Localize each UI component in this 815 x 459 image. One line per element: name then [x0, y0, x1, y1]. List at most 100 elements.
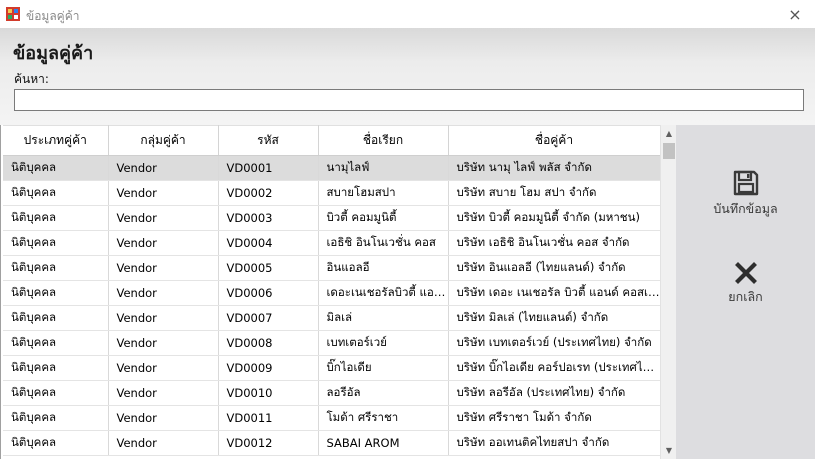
cell-code: VD0009 [218, 355, 319, 381]
table-row[interactable]: นิติบุคคล Vendor VD0004 เอธิชิ อินโนเวชั… [3, 230, 661, 256]
cell-group: Vendor [108, 155, 219, 181]
cell-group: Vendor [108, 405, 219, 431]
table-row[interactable]: นิติบุคคล Vendor VD0008 เบทเตอร์เวย์ บริ… [3, 330, 661, 356]
cell-code: VD0010 [218, 380, 319, 406]
partner-table: ประเภทคู่ค้า กลุ่มคู่ค้า รหัส ชื่อเรียก … [3, 125, 661, 456]
cell-short-name: บิวตี้ คอมมูนิตี้ [318, 205, 449, 231]
cell-type: นิติบุคคล [3, 155, 109, 181]
cell-type: นิติบุคคล [3, 180, 109, 206]
page-title: ข้อมูลคู่ค้า [13, 43, 94, 64]
cell-short-name: บิ๊กไอเดีย [318, 355, 449, 381]
table-row[interactable]: นิติบุคคล Vendor VD0010 ลอรีอัล บริษัท ล… [3, 380, 661, 406]
cell-code: VD0006 [218, 280, 319, 306]
cell-group: Vendor [108, 380, 219, 406]
cell-group: Vendor [108, 280, 219, 306]
cell-type: นิติบุคคล [3, 355, 109, 381]
cell-partner-name: บริษัท เบทเตอร์เวย์ (ประเทศไทย) จำกัด [448, 330, 661, 356]
cell-short-name: ลอรีอัล [318, 380, 449, 406]
x-mark-icon [734, 262, 757, 284]
cell-group: Vendor [108, 430, 219, 456]
cell-type: นิติบุคคล [3, 330, 109, 356]
table-row[interactable]: นิติบุคคล Vendor VD0001 นามุไลฟ์ บริษัท … [3, 155, 661, 181]
cell-partner-name: บริษัท ลอรีอัล (ประเทศไทย) จำกัด [448, 380, 661, 406]
cell-code: VD0012 [218, 430, 319, 456]
cell-partner-name: บริษัท เดอะ เนเชอรัล บิวตี้ แอนด์ คอสเม.… [448, 280, 661, 306]
cell-type: นิติบุคคล [3, 380, 109, 406]
table-row[interactable]: นิติบุคคล Vendor VD0005 อินแอลอี บริษัท … [3, 255, 661, 281]
grid-border [0, 125, 1, 459]
cell-group: Vendor [108, 330, 219, 356]
column-header-code[interactable]: รหัส [218, 125, 319, 156]
cell-short-name: เอธิชิ อินโนเวชั่น คอส [318, 230, 449, 256]
cell-code: VD0007 [218, 305, 319, 331]
cell-type: นิติบุคคล [3, 205, 109, 231]
cell-short-name: SABAI AROM [318, 430, 449, 456]
search-input[interactable] [14, 89, 804, 111]
column-header-short-name[interactable]: ชื่อเรียก [318, 125, 449, 156]
cell-short-name: เบทเตอร์เวย์ [318, 330, 449, 356]
scrollbar-thumb[interactable] [663, 143, 675, 159]
cell-code: VD0008 [218, 330, 319, 356]
cell-short-name: สบายโฮมสปา [318, 180, 449, 206]
table-row[interactable]: นิติบุคคล Vendor VD0003 บิวตี้ คอมมูนิตี… [3, 205, 661, 231]
save-button[interactable]: บันทึกข้อมูล [676, 169, 815, 219]
cell-partner-name: บริษัท นามุ ไลฟ์ พลัส จำกัด [448, 155, 661, 181]
cell-partner-name: บริษัท บิ๊กไอเดีย คอร์ปอเรท (ประเทศไท... [448, 355, 661, 381]
window-title: ข้อมูลคู่ค้า [26, 9, 80, 23]
app-icon [6, 7, 20, 21]
cell-short-name: มิลเล่ [318, 305, 449, 331]
table-row[interactable]: นิติบุคคล Vendor VD0012 SABAI AROM บริษั… [3, 430, 661, 456]
cell-type: นิติบุคคล [3, 280, 109, 306]
header-panel: ข้อมูลคู่ค้า ค้นหา: [0, 28, 815, 125]
cell-code: VD0004 [218, 230, 319, 256]
vertical-scrollbar[interactable]: ▲ ▼ [660, 125, 676, 459]
table-row[interactable]: นิติบุคคล Vendor VD0006 เดอะเนเชอรัลบิวต… [3, 280, 661, 306]
table-row[interactable]: นิติบุคคล Vendor VD0011 โมด้า ศรีราชา บร… [3, 405, 661, 431]
search-label: ค้นหา: [14, 72, 49, 86]
cancel-button[interactable]: ยกเลิก [676, 261, 815, 307]
cell-group: Vendor [108, 255, 219, 281]
cell-code: VD0003 [218, 205, 319, 231]
partner-grid: ประเภทคู่ค้า กลุ่มคู่ค้า รหัส ชื่อเรียก … [0, 125, 676, 459]
cell-code: VD0002 [218, 180, 319, 206]
scroll-down-arrow-icon[interactable]: ▼ [661, 442, 676, 459]
cell-short-name: เดอะเนเชอรัลบิวตี้ แอน... [318, 280, 449, 306]
column-header-group[interactable]: กลุ่มคู่ค้า [108, 125, 219, 156]
cell-type: นิติบุคคล [3, 430, 109, 456]
column-header-type[interactable]: ประเภทคู่ค้า [3, 125, 109, 156]
save-button-label: บันทึกข้อมูล [713, 201, 778, 216]
cell-code: VD0005 [218, 255, 319, 281]
floppy-disk-icon [733, 170, 758, 196]
cell-short-name: อินแอลอี [318, 255, 449, 281]
scroll-up-arrow-icon[interactable]: ▲ [661, 125, 676, 142]
close-button[interactable]: × [775, 0, 815, 28]
cell-group: Vendor [108, 230, 219, 256]
cell-group: Vendor [108, 205, 219, 231]
cell-partner-name: บริษัท สบาย โฮม สปา จำกัด [448, 180, 661, 206]
cancel-button-label: ยกเลิก [728, 289, 763, 304]
cell-partner-name: บริษัท ออเทนติคไทยสปา จำกัด [448, 430, 661, 456]
cell-code: VD0001 [218, 155, 319, 181]
table-row[interactable]: นิติบุคคล Vendor VD0009 บิ๊กไอเดีย บริษั… [3, 355, 661, 381]
cell-short-name: โมด้า ศรีราชา [318, 405, 449, 431]
cell-code: VD0011 [218, 405, 319, 431]
cell-type: นิติบุคคล [3, 405, 109, 431]
cell-partner-name: บริษัท อินแอลอี (ไทยแลนด์) จำกัด [448, 255, 661, 281]
cell-group: Vendor [108, 305, 219, 331]
cell-short-name: นามุไลฟ์ [318, 155, 449, 181]
cell-partner-name: บริษัท มิลเล่ (ไทยแลนด์) จำกัด [448, 305, 661, 331]
cell-partner-name: บริษัท ศรีราชา โมด้า จำกัด [448, 405, 661, 431]
cell-group: Vendor [108, 355, 219, 381]
cell-type: นิติบุคคล [3, 255, 109, 281]
table-row[interactable]: นิติบุคคล Vendor VD0007 มิลเล่ บริษัท มิ… [3, 305, 661, 331]
table-header-row: ประเภทคู่ค้า กลุ่มคู่ค้า รหัส ชื่อเรียก … [3, 125, 661, 156]
close-icon: × [788, 4, 802, 24]
column-header-partner-name[interactable]: ชื่อคู่ค้า [448, 125, 661, 156]
window-titlebar: ข้อมูลคู่ค้า × [0, 0, 815, 28]
cell-partner-name: บริษัท เอธิชิ อินโนเวชั่น คอส จำกัด [448, 230, 661, 256]
cell-type: นิติบุคคล [3, 230, 109, 256]
cell-group: Vendor [108, 180, 219, 206]
cell-type: นิติบุคคล [3, 305, 109, 331]
table-row[interactable]: นิติบุคคล Vendor VD0002 สบายโฮมสปา บริษั… [3, 180, 661, 206]
action-panel: บันทึกข้อมูล ยกเลิก [676, 125, 815, 459]
